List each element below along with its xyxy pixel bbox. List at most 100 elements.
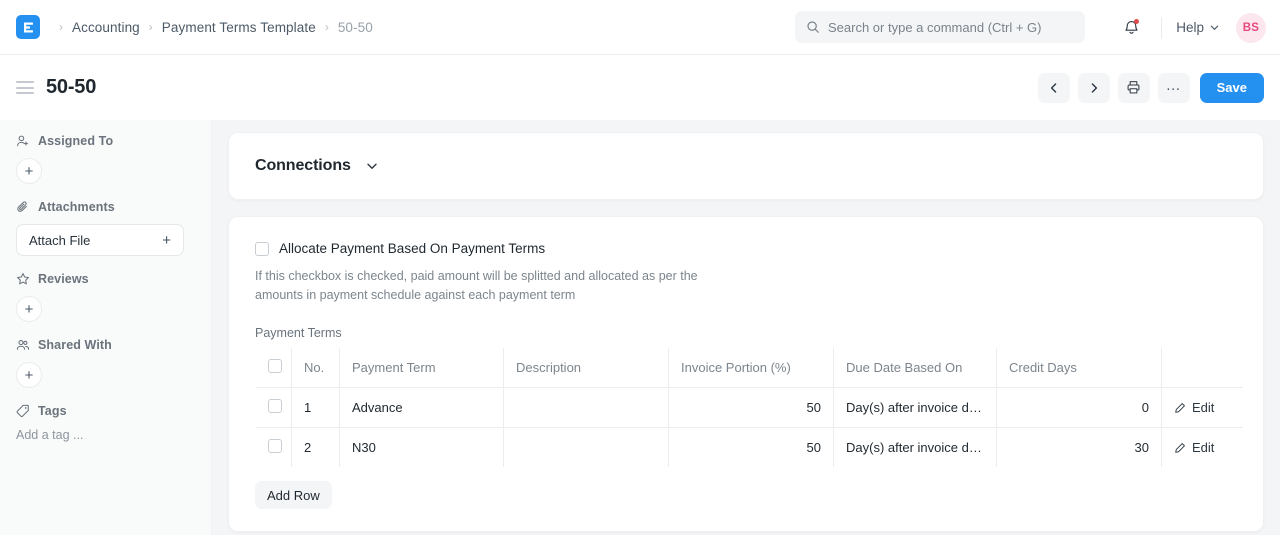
search-box[interactable] bbox=[795, 11, 1085, 43]
reviews-header: Reviews bbox=[16, 272, 195, 286]
shared-with-label: Shared With bbox=[38, 338, 112, 352]
navbar-right-cluster: Help BS bbox=[1115, 0, 1266, 55]
breadcrumb-separator-2: › bbox=[324, 20, 329, 34]
allocate-payment-help-text: If this checkbox is checked, paid amount… bbox=[255, 269, 698, 302]
table-body: 1 Advance 50 Day(s) after invoice da... … bbox=[256, 387, 1244, 468]
paperclip-icon bbox=[17, 201, 27, 212]
pencil-icon bbox=[1175, 442, 1185, 453]
sidebar-toggle-icon[interactable] bbox=[16, 78, 34, 98]
sidebar-section-reviews: Reviews + bbox=[16, 272, 195, 322]
row-no-cell[interactable]: 1 bbox=[291, 387, 340, 428]
previous-document-button[interactable] bbox=[1037, 72, 1070, 103]
attach-file-plus-icon: + bbox=[162, 231, 171, 249]
print-button[interactable] bbox=[1117, 72, 1150, 103]
breadcrumb: › Accounting › Payment Terms Template › … bbox=[50, 20, 373, 35]
row-invoice-portion-cell[interactable]: 50 bbox=[668, 427, 834, 467]
row-select-checkbox[interactable] bbox=[268, 399, 282, 413]
sidebar-section-tags: Tags Add a tag ... bbox=[16, 404, 195, 442]
row-credit-days-cell[interactable]: 0 bbox=[996, 387, 1162, 428]
next-document-button[interactable] bbox=[1077, 72, 1110, 103]
user-plus-icon bbox=[17, 135, 28, 147]
attach-file-label: Attach File bbox=[29, 232, 91, 248]
payment-terms-table: No. Payment Term Description Invoice Por… bbox=[255, 347, 1244, 468]
table-header-due-date-based-on: Due Date Based On bbox=[833, 348, 997, 388]
chevron-left-icon bbox=[1050, 82, 1056, 93]
payment-terms-form-card: Allocate Payment Based On Payment Terms … bbox=[228, 216, 1264, 532]
logo-glyph-icon bbox=[23, 22, 33, 32]
search-input[interactable] bbox=[828, 19, 1074, 35]
allocate-payment-label[interactable]: Allocate Payment Based On Payment Terms bbox=[279, 241, 545, 256]
menu-bar-1 bbox=[16, 81, 34, 83]
add-assignment-button[interactable]: + bbox=[16, 158, 42, 184]
assigned-to-header: Assigned To bbox=[16, 134, 195, 148]
select-all-checkbox[interactable] bbox=[268, 359, 282, 373]
row-select-checkbox[interactable] bbox=[268, 439, 282, 453]
row-edit-label: Edit bbox=[1192, 440, 1215, 455]
table-header: No. Payment Term Description Invoice Por… bbox=[256, 348, 1243, 388]
printer-icon bbox=[1127, 81, 1140, 94]
chevron-right-icon bbox=[1091, 82, 1097, 93]
form-main-column: Connections Allocate Payment Based On Pa… bbox=[212, 120, 1280, 535]
table-row[interactable]: 1 Advance 50 Day(s) after invoice da... … bbox=[256, 387, 1243, 428]
row-due-date-based-on-cell[interactable]: Day(s) after invoice da... bbox=[833, 427, 997, 467]
add-share-button[interactable]: + bbox=[16, 362, 42, 388]
row-invoice-portion-cell[interactable]: 50 bbox=[668, 387, 834, 428]
row-payment-term-cell[interactable]: Advance bbox=[339, 387, 504, 428]
attach-file-button[interactable]: Attach File + bbox=[16, 224, 184, 256]
add-tag-input[interactable]: Add a tag ... bbox=[16, 428, 195, 442]
avatar[interactable]: BS bbox=[1236, 12, 1266, 43]
page-body: Assigned To + Attachments Attach File + bbox=[0, 120, 1280, 535]
breadcrumb-item-payment-terms-template[interactable]: Payment Terms Template bbox=[162, 20, 316, 35]
allocate-payment-row: Allocate Payment Based On Payment Terms bbox=[255, 241, 1237, 256]
table-header-payment-term: Payment Term bbox=[339, 348, 504, 388]
page-header-actions: … Save bbox=[1037, 55, 1264, 120]
row-description-cell[interactable] bbox=[503, 387, 669, 428]
page-title: 50-50 bbox=[46, 76, 97, 98]
help-menu-button[interactable]: Help bbox=[1176, 20, 1220, 35]
more-actions-button[interactable]: … bbox=[1157, 72, 1190, 103]
tags-label: Tags bbox=[38, 404, 67, 418]
page-header: 50-50 … Save bbox=[0, 55, 1280, 120]
connections-card: Connections bbox=[228, 132, 1264, 200]
connections-collapse-toggle[interactable] bbox=[365, 159, 379, 173]
app-logo[interactable] bbox=[16, 15, 40, 39]
assigned-to-label: Assigned To bbox=[38, 134, 114, 148]
form-sidebar: Assigned To + Attachments Attach File + bbox=[0, 120, 212, 535]
row-credit-days-cell[interactable]: 30 bbox=[996, 427, 1162, 467]
row-actions-cell: Edit bbox=[1161, 387, 1243, 428]
reviews-label: Reviews bbox=[38, 272, 89, 286]
row-no-cell[interactable]: 2 bbox=[291, 427, 340, 467]
notifications-button[interactable] bbox=[1115, 12, 1147, 44]
row-description-cell[interactable] bbox=[503, 427, 669, 467]
table-header-row: No. Payment Term Description Invoice Por… bbox=[256, 348, 1243, 388]
table-row[interactable]: 2 N30 50 Day(s) after invoice da... 30 E… bbox=[256, 427, 1244, 468]
pencil-icon bbox=[1175, 402, 1185, 413]
row-edit-button[interactable]: Edit bbox=[1174, 440, 1231, 455]
sidebar-section-attachments: Attachments Attach File + bbox=[16, 200, 195, 256]
sidebar-section-shared-with: Shared With + bbox=[16, 338, 195, 388]
table-header-description: Description bbox=[503, 348, 669, 388]
navbar-divider bbox=[1161, 16, 1163, 39]
table-header-select bbox=[256, 348, 292, 388]
row-select-cell bbox=[256, 387, 292, 428]
table-header-no: No. bbox=[291, 348, 340, 388]
users-icon bbox=[16, 340, 30, 350]
breadcrumb-item-accounting[interactable]: Accounting bbox=[72, 20, 140, 35]
row-edit-button[interactable]: Edit bbox=[1174, 400, 1231, 415]
shared-with-header: Shared With bbox=[16, 338, 195, 352]
row-actions-cell: Edit bbox=[1162, 428, 1244, 468]
row-due-date-based-on-cell[interactable]: Day(s) after invoice da... bbox=[833, 387, 997, 428]
breadcrumb-separator-1: › bbox=[148, 20, 153, 34]
row-select-cell bbox=[256, 427, 292, 467]
top-navbar: › Accounting › Payment Terms Template › … bbox=[0, 0, 1280, 55]
breadcrumb-separator-0: › bbox=[59, 20, 63, 34]
menu-bar-2 bbox=[16, 86, 34, 89]
tags-header: Tags bbox=[16, 404, 195, 418]
add-row-button[interactable]: Add Row bbox=[255, 481, 332, 509]
save-button[interactable]: Save bbox=[1199, 72, 1264, 103]
allocate-payment-checkbox[interactable] bbox=[255, 241, 269, 256]
row-payment-term-cell[interactable]: N30 bbox=[339, 427, 504, 467]
add-review-button[interactable]: + bbox=[16, 296, 42, 322]
attachments-label: Attachments bbox=[38, 200, 115, 214]
chevron-down-icon bbox=[367, 163, 377, 169]
